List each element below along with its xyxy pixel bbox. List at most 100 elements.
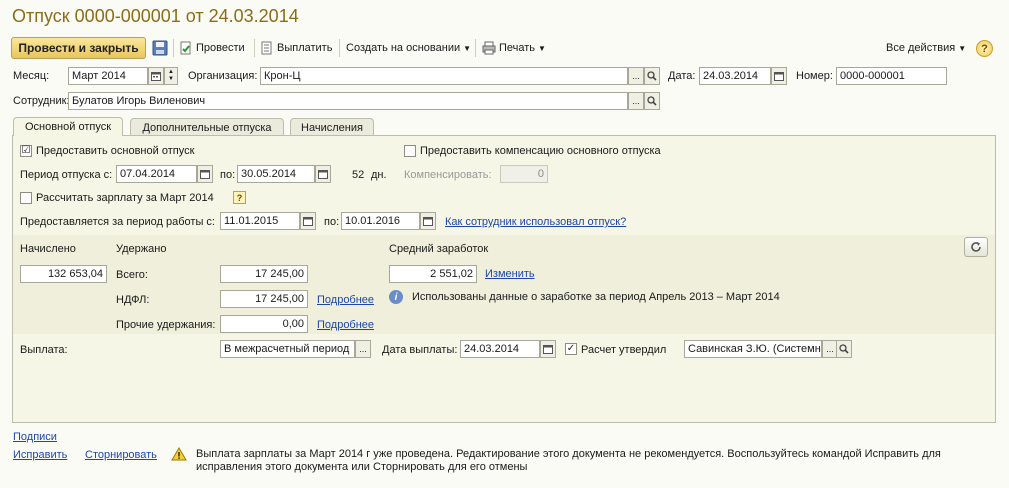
- calendar-icon[interactable]: [315, 165, 331, 183]
- calendar-icon[interactable]: [420, 212, 436, 230]
- print-menu[interactable]: Печать ▼: [482, 41, 546, 55]
- days-value: 52: [352, 169, 365, 181]
- month-input[interactable]: Март 2014: [68, 67, 148, 85]
- ellipsis-icon[interactable]: ...: [628, 92, 644, 110]
- organization-input[interactable]: Крон-Ц: [260, 67, 628, 85]
- search-icon[interactable]: [836, 340, 852, 358]
- average-earnings-value[interactable]: 2 551,02: [389, 265, 477, 283]
- period-to-input[interactable]: 30.05.2014: [237, 165, 315, 183]
- vacation-period-label: Период отпуска с:: [20, 169, 113, 181]
- calc-approved-checkbox[interactable]: ✓: [565, 343, 577, 355]
- toolbar-separator: [254, 39, 255, 57]
- chevron-down-icon: ▼: [538, 43, 546, 53]
- earnings-info-text: Использованы данные о заработке за перио…: [412, 291, 780, 303]
- warning-icon: [171, 447, 187, 464]
- pay-icon: [261, 41, 272, 55]
- ndfl-value[interactable]: 17 245,00: [220, 290, 308, 308]
- payment-date-label: Дата выплаты:: [382, 344, 458, 356]
- payment-date-input[interactable]: 24.03.2014: [460, 340, 540, 358]
- toolbar-separator: [339, 39, 340, 57]
- month-spinner[interactable]: ▲ ▼: [164, 67, 178, 85]
- post-and-close-button[interactable]: Провести и закрыть: [11, 37, 146, 59]
- total-withheld-value[interactable]: 17 245,00: [220, 265, 308, 283]
- work-period-label: Предоставляется за период работы с:: [20, 216, 215, 228]
- accrued-value[interactable]: 132 653,04: [20, 265, 107, 283]
- calendar-icon[interactable]: [197, 165, 213, 183]
- chevron-down-icon: ▼: [463, 43, 472, 53]
- accrued-label: Начислено: [20, 243, 76, 255]
- change-link[interactable]: Изменить: [485, 268, 535, 280]
- employee-label: Сотрудник:: [13, 95, 70, 107]
- refresh-button[interactable]: [964, 237, 988, 257]
- tab-accruals[interactable]: Начисления: [290, 118, 374, 136]
- payment-label: Выплата:: [20, 344, 68, 356]
- payment-type-input[interactable]: В межрасчетный период: [220, 340, 355, 358]
- create-based-label: Создать на основании: [346, 42, 461, 54]
- fix-link[interactable]: Исправить: [13, 449, 67, 461]
- tab-main-vacation[interactable]: Основной отпуск: [13, 117, 123, 136]
- ellipsis-icon[interactable]: ...: [628, 67, 644, 85]
- calendar-icon[interactable]: [148, 67, 164, 85]
- ellipsis-icon[interactable]: ...: [355, 340, 371, 358]
- other-details-link[interactable]: Подробнее: [317, 319, 374, 331]
- question-icon[interactable]: ?: [233, 191, 246, 204]
- all-actions-menu[interactable]: Все действия ▼: [886, 41, 966, 55]
- calc-approved-label: Расчет утвердил: [581, 344, 667, 356]
- calendar-icon[interactable]: [540, 340, 556, 358]
- create-based-on-menu[interactable]: Создать на основании ▼: [346, 41, 471, 55]
- reverse-link[interactable]: Сторнировать: [85, 449, 157, 461]
- provide-main-vacation-checkbox[interactable]: ☑: [20, 145, 32, 157]
- warning-message: Выплата зарплаты за Март 2014 г уже пров…: [196, 448, 941, 473]
- number-input[interactable]: 0000-000001: [836, 67, 947, 85]
- month-label: Месяц:: [13, 70, 50, 82]
- signatures-link[interactable]: Подписи: [13, 431, 57, 443]
- other-withholdings-label: Прочие удержания:: [116, 319, 216, 331]
- work-to-label: по:: [324, 216, 340, 228]
- work-to-input[interactable]: 10.01.2016: [341, 212, 420, 230]
- days-unit: дн.: [371, 169, 387, 181]
- approver-input[interactable]: Савинская З.Ю. (Системный: [684, 340, 822, 358]
- all-actions-label: Все действия: [886, 42, 956, 54]
- number-label: Номер:: [796, 70, 833, 82]
- window-title: Отпуск 0000-000001 от 24.03.2014: [12, 6, 299, 26]
- period-to-label: по:: [220, 169, 236, 181]
- post-label: Провести: [196, 42, 245, 54]
- calendar-icon[interactable]: [300, 212, 316, 230]
- provide-compensation-label: Предоставить компенсацию основного отпус…: [420, 145, 661, 157]
- chevron-down-icon: ▼: [958, 43, 967, 53]
- search-icon[interactable]: [644, 67, 660, 85]
- calc-salary-checkbox[interactable]: [20, 192, 32, 204]
- toolbar-separator: [173, 39, 174, 57]
- info-icon: i: [389, 290, 403, 304]
- how-used-vacation-link[interactable]: Как сотрудник использовал отпуск?: [445, 216, 626, 228]
- post-button[interactable]: Провести: [179, 41, 245, 55]
- ndfl-details-link[interactable]: Подробнее: [317, 294, 374, 306]
- help-icon[interactable]: ?: [976, 40, 993, 57]
- print-label: Печать: [499, 42, 536, 54]
- date-input[interactable]: 24.03.2014: [699, 67, 771, 85]
- calendar-icon[interactable]: [771, 67, 787, 85]
- pay-button[interactable]: Выплатить: [260, 41, 332, 55]
- average-earnings-label: Средний заработок: [389, 243, 489, 255]
- organization-label: Организация:: [188, 70, 258, 82]
- provide-main-vacation-label: Предоставить основной отпуск: [36, 145, 195, 157]
- period-from-input[interactable]: 07.04.2014: [116, 165, 197, 183]
- work-from-input[interactable]: 11.01.2015: [220, 212, 300, 230]
- printer-icon: [482, 41, 496, 55]
- post-icon: [180, 41, 191, 55]
- search-icon[interactable]: [644, 92, 660, 110]
- employee-input[interactable]: Булатов Игорь Виленович: [68, 92, 628, 110]
- tab-additional-vacations[interactable]: Дополнительные отпуска: [130, 118, 284, 136]
- total-label: Всего:: [116, 269, 148, 281]
- compensate-input[interactable]: 0: [500, 165, 548, 183]
- ndfl-label: НДФЛ:: [116, 294, 150, 306]
- calc-salary-label: Рассчитать зарплату за Март 2014: [36, 192, 214, 204]
- toolbar-separator: [475, 39, 476, 57]
- save-icon[interactable]: [152, 40, 168, 59]
- withheld-label: Удержано: [116, 243, 167, 255]
- other-withholdings-value[interactable]: 0,00: [220, 315, 308, 333]
- date-label: Дата:: [668, 70, 696, 82]
- refresh-icon: [971, 242, 981, 252]
- pay-label: Выплатить: [277, 42, 333, 54]
- provide-compensation-checkbox[interactable]: [404, 145, 416, 157]
